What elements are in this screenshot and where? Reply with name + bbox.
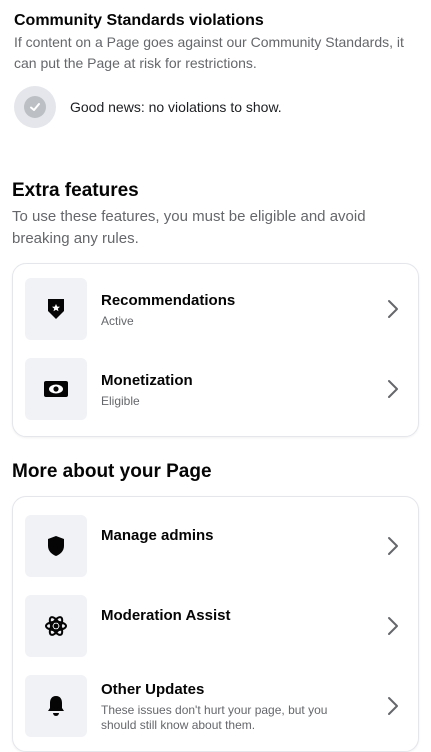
violations-status: Good news: no violations to show. [14,86,417,128]
moderation-assist-row[interactable]: Moderation Assist [13,585,418,665]
community-standards-title: Community Standards violations [14,12,264,29]
recommendations-label: Recommendations [101,292,236,309]
community-standards-section: Community Standards violations If conten… [14,12,417,128]
more-about-page-title: More about your Page [12,461,212,482]
money-icon [25,358,87,420]
manage-admins-label: Manage admins [101,527,214,544]
more-about-page-header: More about your Page [12,461,417,483]
chevron-right-icon [388,380,398,398]
shield-star-icon [25,278,87,340]
chevron-right-icon [388,617,398,635]
chevron-right-icon [388,537,398,555]
community-standards-description: If content on a Page goes against our Co… [14,34,404,71]
recommendations-row[interactable]: Recommendations Active [13,268,418,348]
manage-admins-row[interactable]: Manage admins [13,505,418,585]
moderation-assist-label: Moderation Assist [101,607,231,624]
chevron-right-icon [388,300,398,318]
bell-icon [25,675,87,737]
violations-status-text: Good news: no violations to show. [70,99,282,115]
extra-features-card: Recommendations Active Monetization Elig… [12,263,419,437]
monetization-row[interactable]: Monetization Eligible [13,348,418,428]
other-updates-row[interactable]: Other Updates These issues don't hurt yo… [13,665,418,745]
monetization-status: Eligible [101,394,140,408]
check-icon [14,86,56,128]
extra-features-description: To use these features, you must be eligi… [12,208,366,247]
extra-features-title: Extra features [12,180,139,201]
other-updates-subtitle: These issues don't hurt your page, but y… [101,703,328,732]
monetization-label: Monetization [101,372,193,389]
more-about-page-card: Manage admins Moderation Assist Other Up… [12,496,419,752]
other-updates-label: Other Updates [101,681,205,698]
extra-features-header: Extra features To use these features, yo… [12,180,417,250]
shield-icon [25,515,87,577]
chevron-right-icon [388,697,398,715]
moderation-icon [25,595,87,657]
recommendations-status: Active [101,314,134,328]
